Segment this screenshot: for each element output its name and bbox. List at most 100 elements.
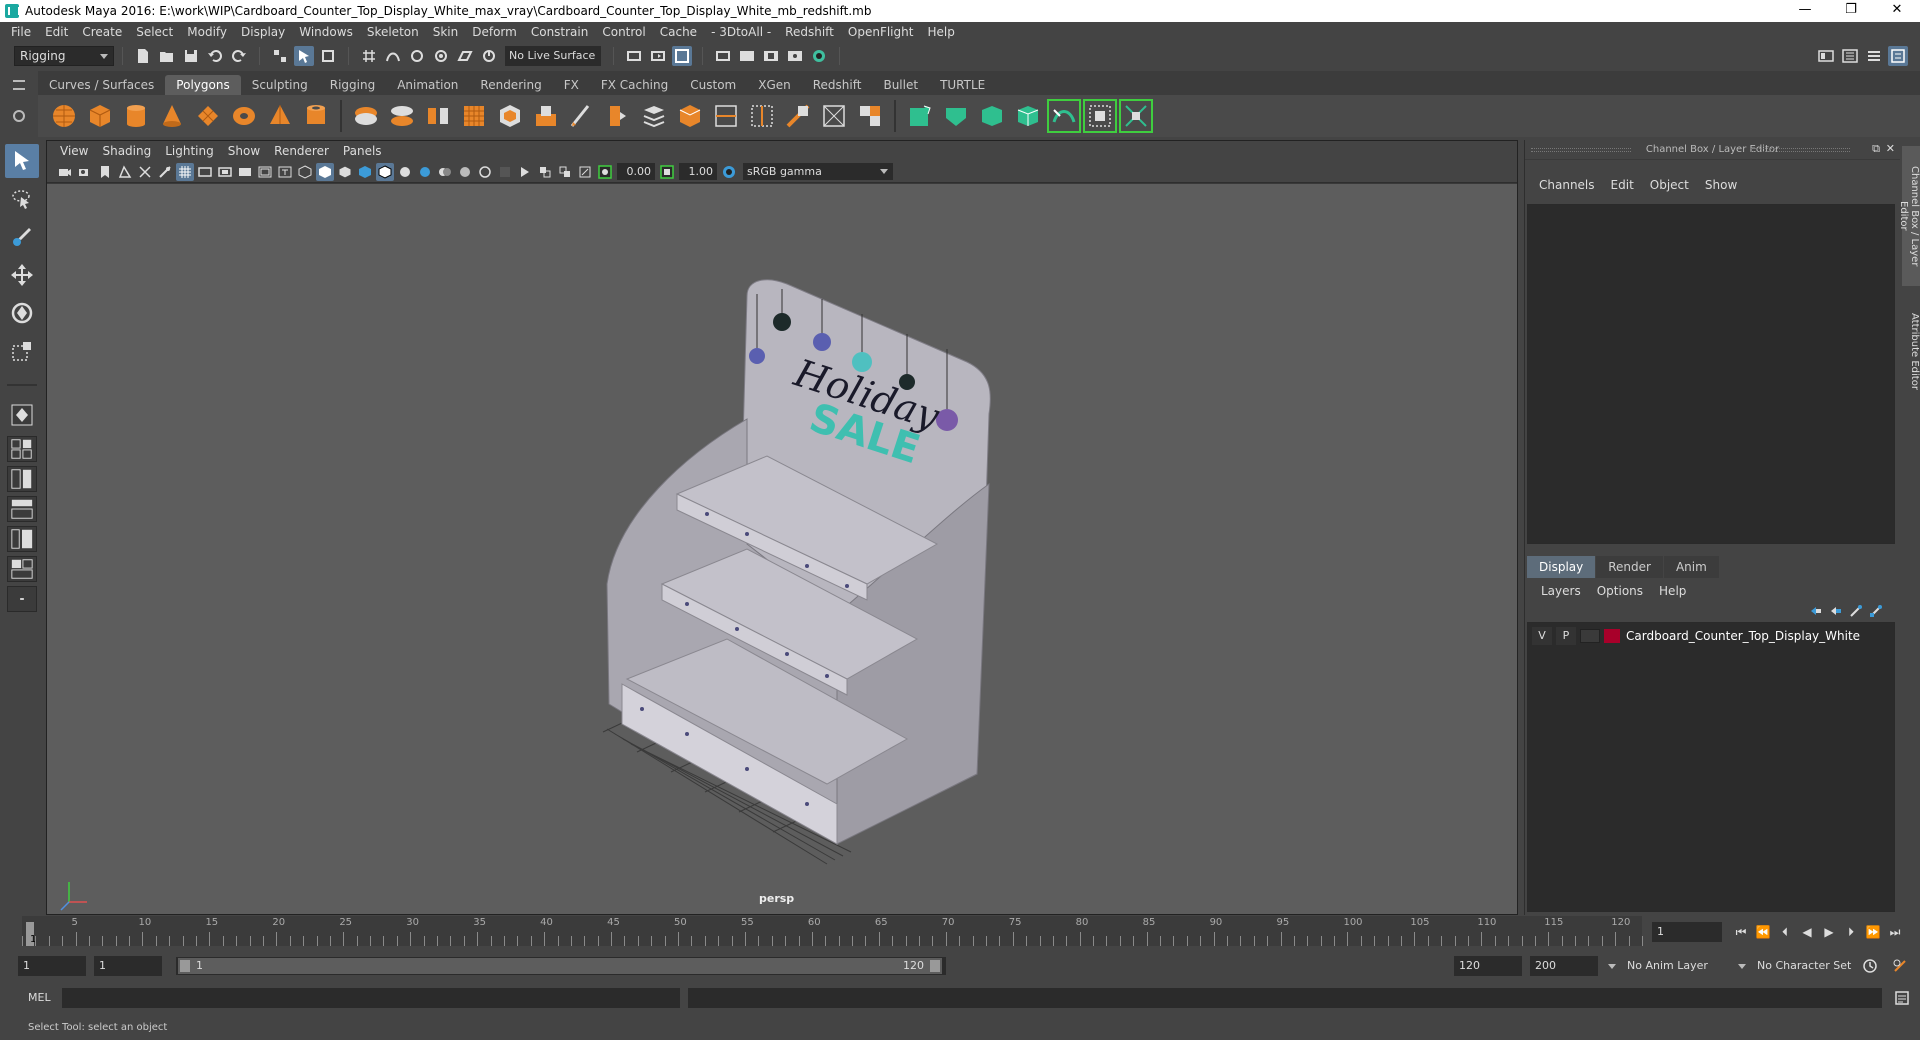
shadows-icon[interactable] (396, 163, 414, 181)
redshift-proxy-icon[interactable] (939, 99, 973, 133)
xray-components-icon[interactable] (536, 163, 554, 181)
hud-icon[interactable] (576, 163, 594, 181)
panel-menu-show[interactable]: Show (221, 144, 267, 158)
grid-icon[interactable] (176, 162, 194, 181)
step-back-key-icon[interactable]: ⏪ (1752, 922, 1774, 942)
smooth-shade-icon[interactable] (316, 162, 334, 181)
layer-tab-anim[interactable]: Anim (1663, 556, 1719, 578)
snap-view-icon[interactable] (431, 46, 451, 66)
layer-playback-toggle[interactable]: P (1556, 627, 1576, 645)
side-tab-attribute-editor[interactable]: Attribute Editor (1902, 296, 1920, 406)
depth-of-field-icon[interactable] (456, 163, 474, 181)
menu-openflight[interactable]: OpenFlight (841, 25, 921, 39)
exposure-field[interactable]: 0.00 (617, 163, 655, 180)
layer-tab-display[interactable]: Display (1527, 556, 1596, 578)
move-layer-down-icon[interactable] (1826, 602, 1846, 620)
move-layer-up-icon[interactable] (1806, 602, 1826, 620)
toggle-attribute-editor-icon[interactable] (1840, 46, 1860, 66)
redshift-object-id-icon[interactable] (1011, 99, 1045, 133)
grid-toggle-icon[interactable] (136, 163, 154, 181)
float-panel-icon[interactable]: ⧉ (1872, 142, 1880, 156)
isolate-select-icon[interactable] (476, 163, 494, 181)
menu-constrain[interactable]: Constrain (524, 25, 596, 39)
playback-start-field[interactable]: 1 (94, 956, 162, 976)
extract-icon[interactable] (421, 99, 455, 133)
ipr-render-icon[interactable] (761, 46, 781, 66)
shelf-tab-custom[interactable]: Custom (679, 75, 747, 95)
toggle-channel-box-icon[interactable] (1888, 46, 1908, 66)
menu-deform[interactable]: Deform (465, 25, 524, 39)
bevel-icon[interactable] (601, 99, 635, 133)
shelf-tab-polygons[interactable]: Polygons (165, 75, 241, 95)
menu-skin[interactable]: Skin (426, 25, 466, 39)
auto-key-icon[interactable] (1860, 956, 1880, 976)
go-to-end-icon[interactable]: ⏭ (1884, 922, 1906, 942)
new-scene-icon[interactable] (133, 46, 153, 66)
panel-menu-lighting[interactable]: Lighting (158, 144, 221, 158)
menu-select[interactable]: Select (129, 25, 180, 39)
panel-menu-shading[interactable]: Shading (95, 144, 158, 158)
snap-curve-icon[interactable] (383, 46, 403, 66)
layer-menu-layers[interactable]: Layers (1533, 584, 1589, 598)
last-tool-icon[interactable] (5, 398, 39, 432)
menu-skeleton[interactable]: Skeleton (360, 25, 426, 39)
animation-end-field[interactable]: 200 (1530, 956, 1598, 976)
xray-icon[interactable] (496, 163, 514, 181)
poly-cylinder-icon[interactable] (119, 99, 153, 133)
poly-sphere-icon[interactable] (47, 99, 81, 133)
channel-box-menu-show[interactable]: Show (1697, 178, 1745, 192)
xray-joints-icon[interactable] (516, 163, 534, 181)
script-editor-icon[interactable] (1892, 988, 1912, 1008)
snap-surface-icon[interactable] (455, 46, 475, 66)
redshift-visibility-icon[interactable] (1047, 99, 1081, 133)
channel-box-menu-edit[interactable]: Edit (1603, 178, 1642, 192)
menu-cache[interactable]: Cache (653, 25, 704, 39)
insert-edge-loop-icon[interactable] (745, 99, 779, 133)
shelf-tab-rigging[interactable]: Rigging (319, 75, 386, 95)
shelf-tab-bullet[interactable]: Bullet (872, 75, 929, 95)
channel-box-menu-object[interactable]: Object (1642, 178, 1697, 192)
panel-menu-renderer[interactable]: Renderer (267, 144, 336, 158)
layout-hypershade-button[interactable] (7, 556, 37, 582)
resolution-gate-icon[interactable] (196, 163, 214, 181)
view-transform-dropdown[interactable]: sRGB gamma (743, 163, 893, 180)
workspace-icon[interactable] (1816, 46, 1836, 66)
construction-history-icon[interactable] (672, 46, 692, 66)
step-forward-frame-icon[interactable]: ⏵ (1840, 922, 1862, 942)
shelf-tab-turtle[interactable]: TURTLE (929, 75, 996, 95)
select-hierarchy-icon[interactable] (270, 46, 290, 66)
poly-cone-icon[interactable] (155, 99, 189, 133)
toggle-tool-settings-icon[interactable] (1864, 46, 1884, 66)
menu-windows[interactable]: Windows (292, 25, 360, 39)
separate-icon[interactable] (385, 99, 419, 133)
layer-menu-help[interactable]: Help (1651, 584, 1694, 598)
color-management-icon[interactable] (720, 163, 738, 181)
panel-menu-view[interactable]: View (53, 144, 95, 158)
shelf-tab-redshift[interactable]: Redshift (802, 75, 873, 95)
close-button[interactable]: ✕ (1874, 0, 1920, 22)
layer-color-swatch[interactable] (1604, 629, 1620, 643)
redshift-matte-icon[interactable] (1083, 99, 1117, 133)
minimize-button[interactable]: — (1782, 0, 1828, 22)
character-set-dropdown[interactable]: No Character Set (1738, 956, 1872, 976)
shelf-menu-icon[interactable] (0, 71, 38, 95)
playback-end-field[interactable]: 120 (1454, 956, 1522, 976)
range-slider-bar[interactable]: 1 120 (176, 957, 946, 975)
snap-point-icon[interactable] (407, 46, 427, 66)
create-empty-layer-icon[interactable] (1846, 602, 1866, 620)
input-ops-icon[interactable] (624, 46, 644, 66)
layout-four-view-button[interactable] (7, 436, 37, 462)
menu-modify[interactable]: Modify (180, 25, 234, 39)
rotate-tool-icon[interactable] (5, 296, 39, 330)
append-polygon-icon[interactable] (637, 99, 671, 133)
menu-set-dropdown[interactable]: Rigging (14, 46, 114, 66)
multi-cut-icon[interactable] (709, 99, 743, 133)
layout-two-view-button[interactable] (7, 466, 37, 492)
menu-redshift[interactable]: Redshift (778, 25, 841, 39)
fill-hole-icon[interactable] (673, 99, 707, 133)
menu-file[interactable]: File (4, 25, 38, 39)
side-tab-channel-box[interactable]: Channel Box / Layer Editor (1898, 146, 1920, 286)
time-slider-track[interactable]: 1 5 10 15 20 25 30 35 40 45 50 55 60 65 70 75 80 85 90 95 1… (22, 916, 1643, 946)
step-forward-key-icon[interactable]: ⏩ (1862, 922, 1884, 942)
redshift-volume-icon[interactable] (975, 99, 1009, 133)
